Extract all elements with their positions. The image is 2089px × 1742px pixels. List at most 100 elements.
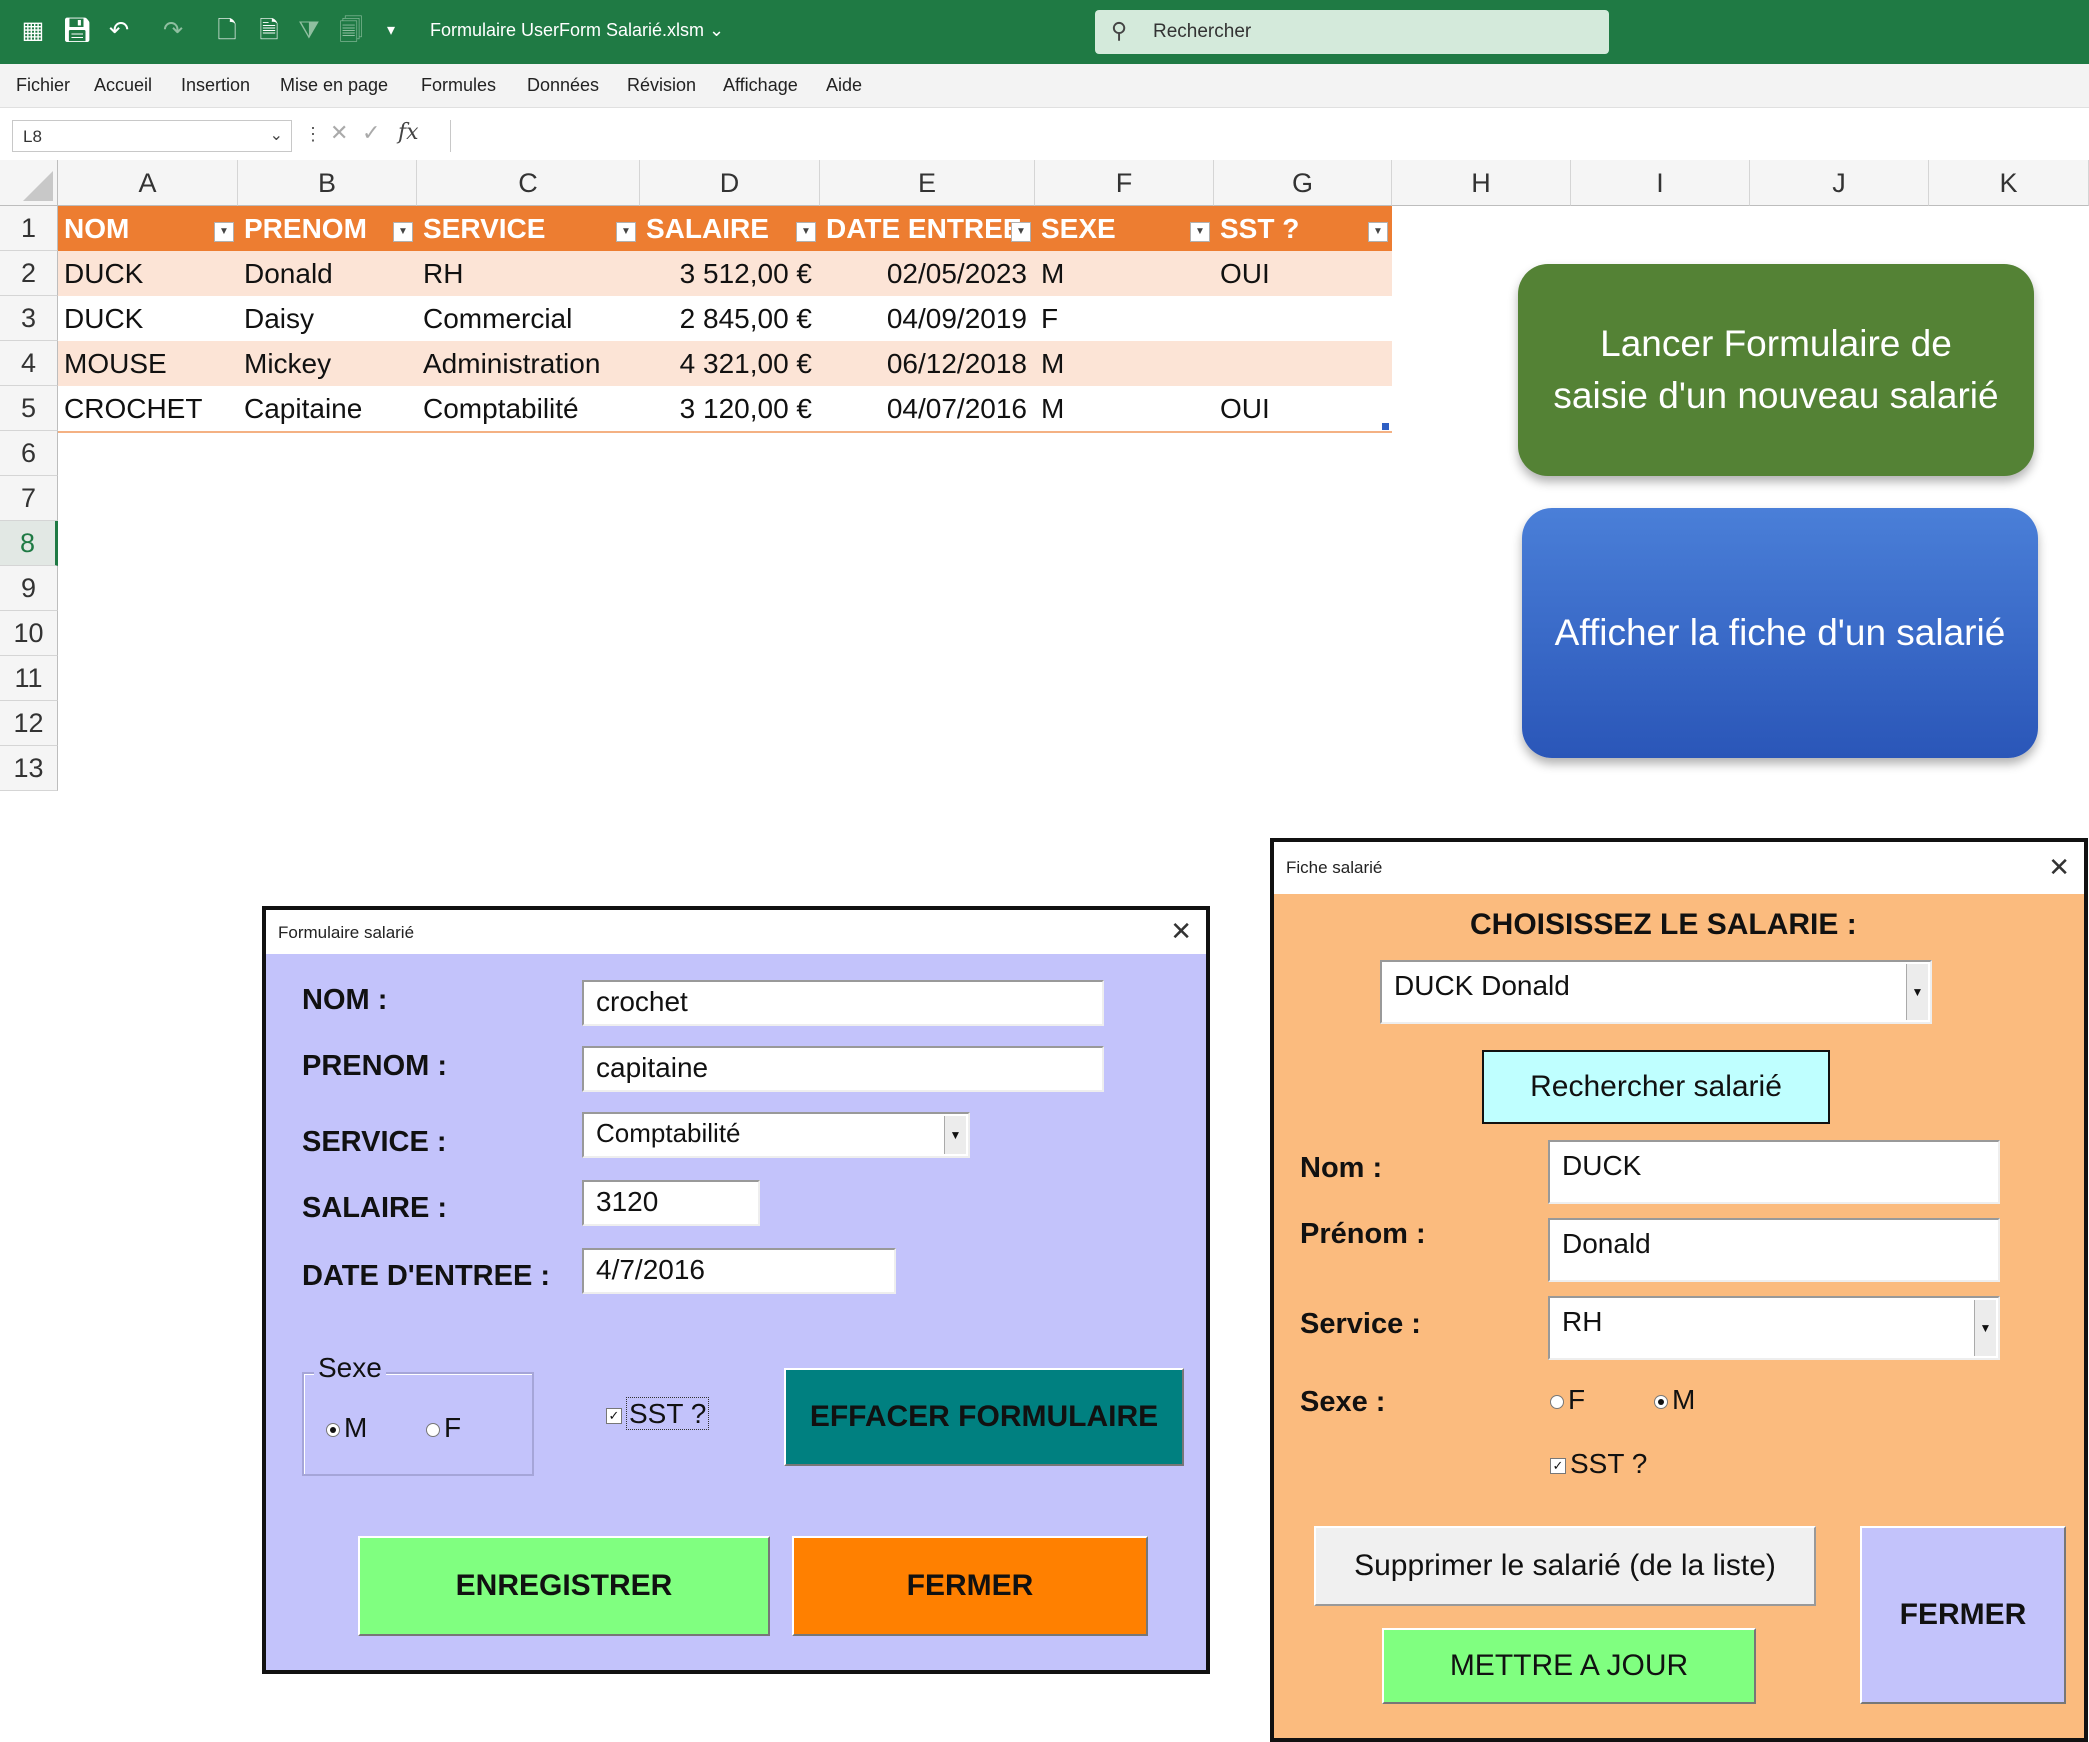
column-header[interactable]: I — [1571, 160, 1750, 206]
salaire-input[interactable]: 3120 — [582, 1180, 760, 1226]
dropdown-arrow-icon[interactable]: ▼ — [1906, 964, 1928, 1020]
table-cell[interactable]: Commercial — [417, 296, 640, 341]
save-icon[interactable]: 💾︎ — [62, 16, 92, 46]
table-cell[interactable]: DUCK — [58, 251, 238, 296]
row-header[interactable]: 12 — [0, 701, 58, 746]
filter-dropdown-icon[interactable]: ▼ — [393, 222, 413, 242]
redo-icon[interactable]: ↷ — [158, 16, 188, 46]
row-header[interactable]: 7 — [0, 476, 58, 521]
table-header-cell[interactable]: PRENOM ▼ — [238, 206, 417, 251]
close-button[interactable]: FERMER — [792, 1536, 1148, 1636]
table-cell[interactable]: Capitaine — [238, 386, 417, 431]
row-header[interactable]: 13 — [0, 746, 58, 791]
table-cell[interactable]: 06/12/2018 — [820, 341, 1035, 386]
search-employee-button[interactable]: Rechercher salarié — [1482, 1050, 1830, 1124]
row-header[interactable]: 1 — [0, 206, 58, 251]
name-box[interactable]: L8 ⌄ — [12, 120, 292, 152]
table-cell[interactable]: 3 120,00 € — [640, 386, 820, 431]
prenom-input[interactable]: Donald — [1548, 1218, 2000, 1282]
document-icon[interactable]: 🗐︎ — [336, 16, 366, 46]
sst-checkbox[interactable]: ✓ SST ? — [1550, 1448, 1647, 1480]
table-cell[interactable]: DUCK — [58, 296, 238, 341]
filter-dropdown-icon[interactable]: ▼ — [214, 222, 234, 242]
table-cell[interactable]: RH — [417, 251, 640, 296]
table-cell[interactable]: 3 512,00 € — [640, 251, 820, 296]
row-header[interactable]: 6 — [0, 431, 58, 476]
filter-dropdown-icon[interactable]: ▼ — [796, 222, 816, 242]
table-header-cell[interactable]: DATE ENTREE ▼ — [820, 206, 1035, 251]
table-cell[interactable]: Daisy — [238, 296, 417, 341]
table-cell[interactable]: CROCHET — [58, 386, 238, 431]
table-cell[interactable]: OUI — [1214, 386, 1392, 431]
row-header-active[interactable]: 8 — [0, 521, 58, 566]
nom-input[interactable]: DUCK — [1548, 1140, 2000, 1204]
show-employee-sheet-button[interactable]: Afficher la fiche d'un salarié — [1522, 508, 2038, 758]
more-options-icon[interactable]: ⋮ — [304, 124, 322, 145]
dropdown-arrow-icon[interactable]: ▼ — [944, 1116, 966, 1154]
row-header[interactable]: 2 — [0, 251, 58, 296]
row-header[interactable]: 4 — [0, 341, 58, 386]
column-header[interactable]: E — [820, 160, 1035, 206]
row-header[interactable]: 11 — [0, 656, 58, 701]
tab-formules[interactable]: Formules — [421, 75, 496, 96]
customize-toolbar-icon[interactable]: ▾ — [376, 16, 406, 46]
radio-m[interactable]: M — [326, 1412, 367, 1444]
table-cell[interactable]: 2 845,00 € — [640, 296, 820, 341]
sst-checkbox[interactable]: ✓ SST ? — [606, 1397, 710, 1430]
service-combobox[interactable]: RH ▼ — [1548, 1296, 2000, 1360]
column-header[interactable]: B — [238, 160, 417, 206]
radio-f[interactable]: F — [426, 1412, 461, 1444]
filter-icon[interactable]: ⧩ — [294, 16, 324, 46]
chevron-down-icon[interactable]: ⌄ — [270, 125, 283, 145]
table-header-cell[interactable]: SALAIRE ▼ — [640, 206, 820, 251]
update-button[interactable]: METTRE A JOUR — [1382, 1628, 1756, 1704]
save-button[interactable]: ENREGISTRER — [358, 1536, 770, 1636]
dropdown-arrow-icon[interactable]: ▼ — [1974, 1300, 1996, 1356]
row-header[interactable]: 10 — [0, 611, 58, 656]
tab-revision[interactable]: Révision — [627, 75, 696, 96]
column-header[interactable]: K — [1929, 160, 2089, 206]
cancel-icon[interactable]: ✕ — [330, 120, 348, 146]
launch-new-employee-form-button[interactable]: Lancer Formulaire de saisie d'un nouveau… — [1518, 264, 2034, 476]
nom-input[interactable]: crochet — [582, 980, 1104, 1026]
column-header[interactable]: F — [1035, 160, 1214, 206]
close-icon[interactable]: ✕ — [2048, 852, 2070, 883]
delete-employee-button[interactable]: Supprimer le salarié (de la liste) — [1314, 1526, 1816, 1606]
formula-input[interactable] — [450, 120, 2089, 152]
column-header[interactable]: G — [1214, 160, 1392, 206]
close-icon[interactable]: ✕ — [1170, 916, 1192, 947]
table-header-cell[interactable]: SEXE ▼ — [1035, 206, 1214, 251]
tab-affichage[interactable]: Affichage — [723, 75, 798, 96]
date-entree-input[interactable]: 4/7/2016 — [582, 1248, 896, 1294]
employee-select[interactable]: DUCK Donald ▼ — [1380, 960, 1932, 1024]
table-cell[interactable]: 4 321,00 € — [640, 341, 820, 386]
filter-dropdown-icon[interactable]: ▼ — [1011, 222, 1031, 242]
column-header[interactable]: C — [417, 160, 640, 206]
table-cell[interactable]: Administration — [417, 341, 640, 386]
tab-mise-en-page[interactable]: Mise en page — [280, 75, 388, 96]
print-preview-icon[interactable]: 🗎︎ — [254, 16, 284, 46]
close-button[interactable]: FERMER — [1860, 1526, 2066, 1704]
table-cell[interactable]: OUI — [1214, 251, 1392, 296]
table-cell[interactable]: M — [1035, 386, 1214, 431]
table-header-cell[interactable]: SERVICE ▼ — [417, 206, 640, 251]
table-cell[interactable]: 02/05/2023 — [820, 251, 1035, 296]
column-header[interactable]: H — [1392, 160, 1571, 206]
tab-fichier[interactable]: Fichier — [16, 75, 70, 96]
row-header[interactable]: 3 — [0, 296, 58, 341]
row-header[interactable]: 9 — [0, 566, 58, 611]
column-header[interactable]: J — [1750, 160, 1929, 206]
service-combobox[interactable]: Comptabilité ▼ — [582, 1112, 970, 1158]
filter-dropdown-icon[interactable]: ▼ — [616, 222, 636, 242]
new-document-icon[interactable]: 🗋︎ — [212, 16, 242, 46]
tab-accueil[interactable]: Accueil — [94, 75, 152, 96]
table-cell[interactable]: 04/09/2019 — [820, 296, 1035, 341]
table-cell[interactable] — [1214, 341, 1392, 386]
search-box[interactable]: ⚲ Rechercher — [1095, 10, 1609, 54]
table-cell[interactable]: F — [1035, 296, 1214, 341]
column-header[interactable]: A — [58, 160, 238, 206]
table-cell[interactable]: Mickey — [238, 341, 417, 386]
window-title[interactable]: Formulaire UserForm Salarié.xlsm ⌄ — [430, 20, 724, 41]
radio-m[interactable]: M — [1654, 1384, 1695, 1416]
table-cell[interactable] — [1214, 296, 1392, 341]
